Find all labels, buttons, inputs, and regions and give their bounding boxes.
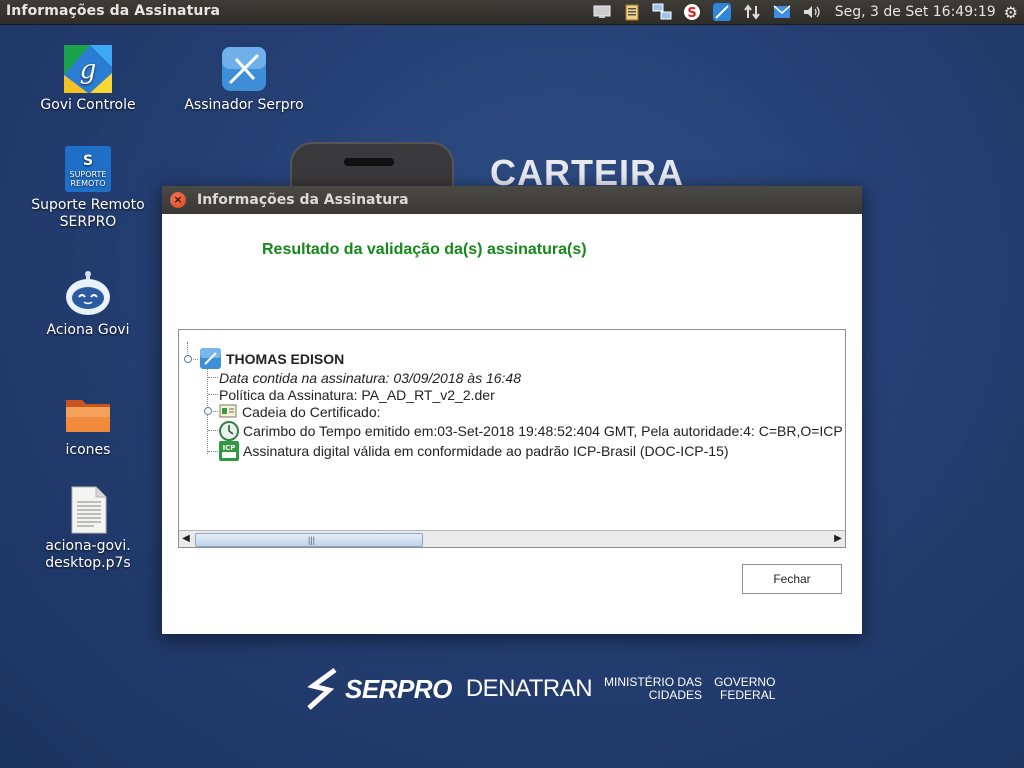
serpro-text: SERPRO — [345, 673, 452, 704]
tree-child-hline — [208, 451, 218, 452]
certificate-chain-expand-handle[interactable] — [204, 407, 212, 415]
dialog-title: Informações da Assinatura — [197, 192, 409, 208]
close-icon[interactable]: × — [170, 192, 186, 208]
serpro-s-icon[interactable]: S — [682, 3, 702, 21]
desktop-icon-icones[interactable]: icones — [23, 390, 153, 459]
icp-brasil-icon: ICP — [219, 441, 239, 461]
ministerio-line2: CIDADES — [648, 688, 703, 702]
robot-icon — [64, 270, 112, 318]
clock[interactable]: Seg, 3 de Set 16:49:19 — [835, 4, 996, 20]
assinador-serpro-icon — [220, 45, 268, 93]
active-window-title: Informações da Assinatura — [6, 3, 221, 19]
close-button[interactable]: Fechar — [742, 564, 842, 594]
validation-result-heading: Resultado da validação da(s) assinatura(… — [262, 241, 587, 258]
desktop-icon-aciona-govi-p7s[interactable]: aciona-govi. desktop.p7s — [23, 486, 153, 572]
system-tray: S Seg, 3 de Set 16:49:19 ⚙ — [587, 0, 1024, 24]
timestamp-clock-icon — [219, 421, 239, 441]
desktop-icon-label: Assinador Serpro — [184, 97, 304, 113]
mail-icon[interactable] — [772, 3, 792, 21]
ministerio-logo: MINISTÉRIO DAS CIDADES — [604, 676, 702, 702]
desktop-icon-assinador-serpro[interactable]: Assinador Serpro — [179, 45, 309, 114]
svg-text:ICP: ICP — [223, 444, 236, 452]
scrollbar-thumb[interactable]: ||| — [195, 533, 423, 547]
serpro-logo-icon — [307, 667, 337, 710]
desktop-icon-label: Govi Controle — [40, 97, 136, 113]
svg-text:S: S — [687, 6, 696, 21]
tree-item-validity[interactable]: Assinatura digital válida em conformidad… — [243, 443, 729, 459]
clipboard-icon[interactable] — [622, 3, 642, 21]
govi-controle-icon: g — [64, 45, 112, 93]
tree-child-hline — [208, 394, 218, 395]
wallpaper-phone-slot — [344, 158, 394, 166]
scrollbar-grip-icon: ||| — [308, 535, 316, 545]
desktop-icon-label: aciona-govi. desktop.p7s — [45, 538, 131, 571]
governo-line2: FEDERAL — [720, 688, 776, 702]
tree-item-signing-date[interactable]: Data contida na assinatura: 03/09/2018 à… — [219, 370, 521, 386]
tree-child-hline — [208, 377, 218, 378]
tree-child-hline — [208, 430, 218, 431]
svg-text:REMOTO: REMOTO — [71, 179, 106, 188]
wallpaper-footer-logos: SERPRO DENATRAN MINISTÉRIO DAS CIDADES G… — [305, 664, 775, 714]
top-panel: Informações da Assinatura S Seg, 3 de Se… — [0, 0, 1024, 25]
signature-info-dialog: × Informações da Assinatura Resultado da… — [162, 186, 862, 634]
desktop-icon-label: Suporte Remoto SERPRO — [31, 197, 145, 230]
scroll-left-icon[interactable]: ◀ — [179, 531, 193, 547]
svg-text:SUPORTE: SUPORTE — [70, 170, 107, 179]
signature-tree[interactable]: THOMAS EDISON Data contida na assinatura… — [178, 329, 846, 548]
tree-item-signature-policy[interactable]: Política da Assinatura: PA_AD_RT_v2_2.de… — [219, 387, 495, 403]
signer-icon — [200, 348, 221, 369]
horizontal-scrollbar[interactable]: ◀ ||| ▶ — [179, 530, 845, 547]
svg-text:S: S — [83, 153, 93, 169]
denatran-text: DENATRAN — [465, 675, 593, 702]
certificate-icon — [219, 403, 237, 421]
transfer-arrows-icon[interactable] — [742, 3, 762, 21]
suporte-remoto-icon: S SUPORTE REMOTO — [64, 145, 112, 193]
desktop-icon-label: icones — [65, 442, 111, 458]
tree-root-signer[interactable]: THOMAS EDISON — [226, 351, 344, 367]
network-manager-icon[interactable] — [652, 3, 672, 21]
dialog-titlebar[interactable]: × Informações da Assinatura — [162, 186, 862, 214]
tree-item-certificate-chain[interactable]: Cadeia do Certificado: — [242, 404, 381, 420]
svg-text:g: g — [80, 55, 97, 85]
document-icon — [64, 486, 112, 534]
desktop-icon-aciona-govi[interactable]: Aciona Govi — [23, 270, 153, 339]
desktop-icon-suporte-remoto[interactable]: S SUPORTE REMOTO Suporte Remoto SERPRO — [23, 145, 153, 231]
desktop-icon-govi-controle[interactable]: g Govi Controle — [23, 45, 153, 114]
root-expand-handle[interactable] — [184, 355, 192, 363]
volume-icon[interactable] — [802, 3, 822, 21]
governo-logo: GOVERNO FEDERAL — [714, 676, 775, 702]
display-icon[interactable] — [592, 3, 612, 21]
desktop-icon-label: Aciona Govi — [46, 322, 130, 338]
assinador-tray-icon[interactable] — [712, 3, 732, 21]
scroll-right-icon[interactable]: ▶ — [831, 531, 845, 547]
gear-icon[interactable]: ⚙ — [1004, 3, 1018, 22]
tree-item-timestamp[interactable]: Carimbo do Tempo emitido em:03-Set-2018 … — [243, 423, 843, 439]
folder-icon — [64, 390, 112, 438]
